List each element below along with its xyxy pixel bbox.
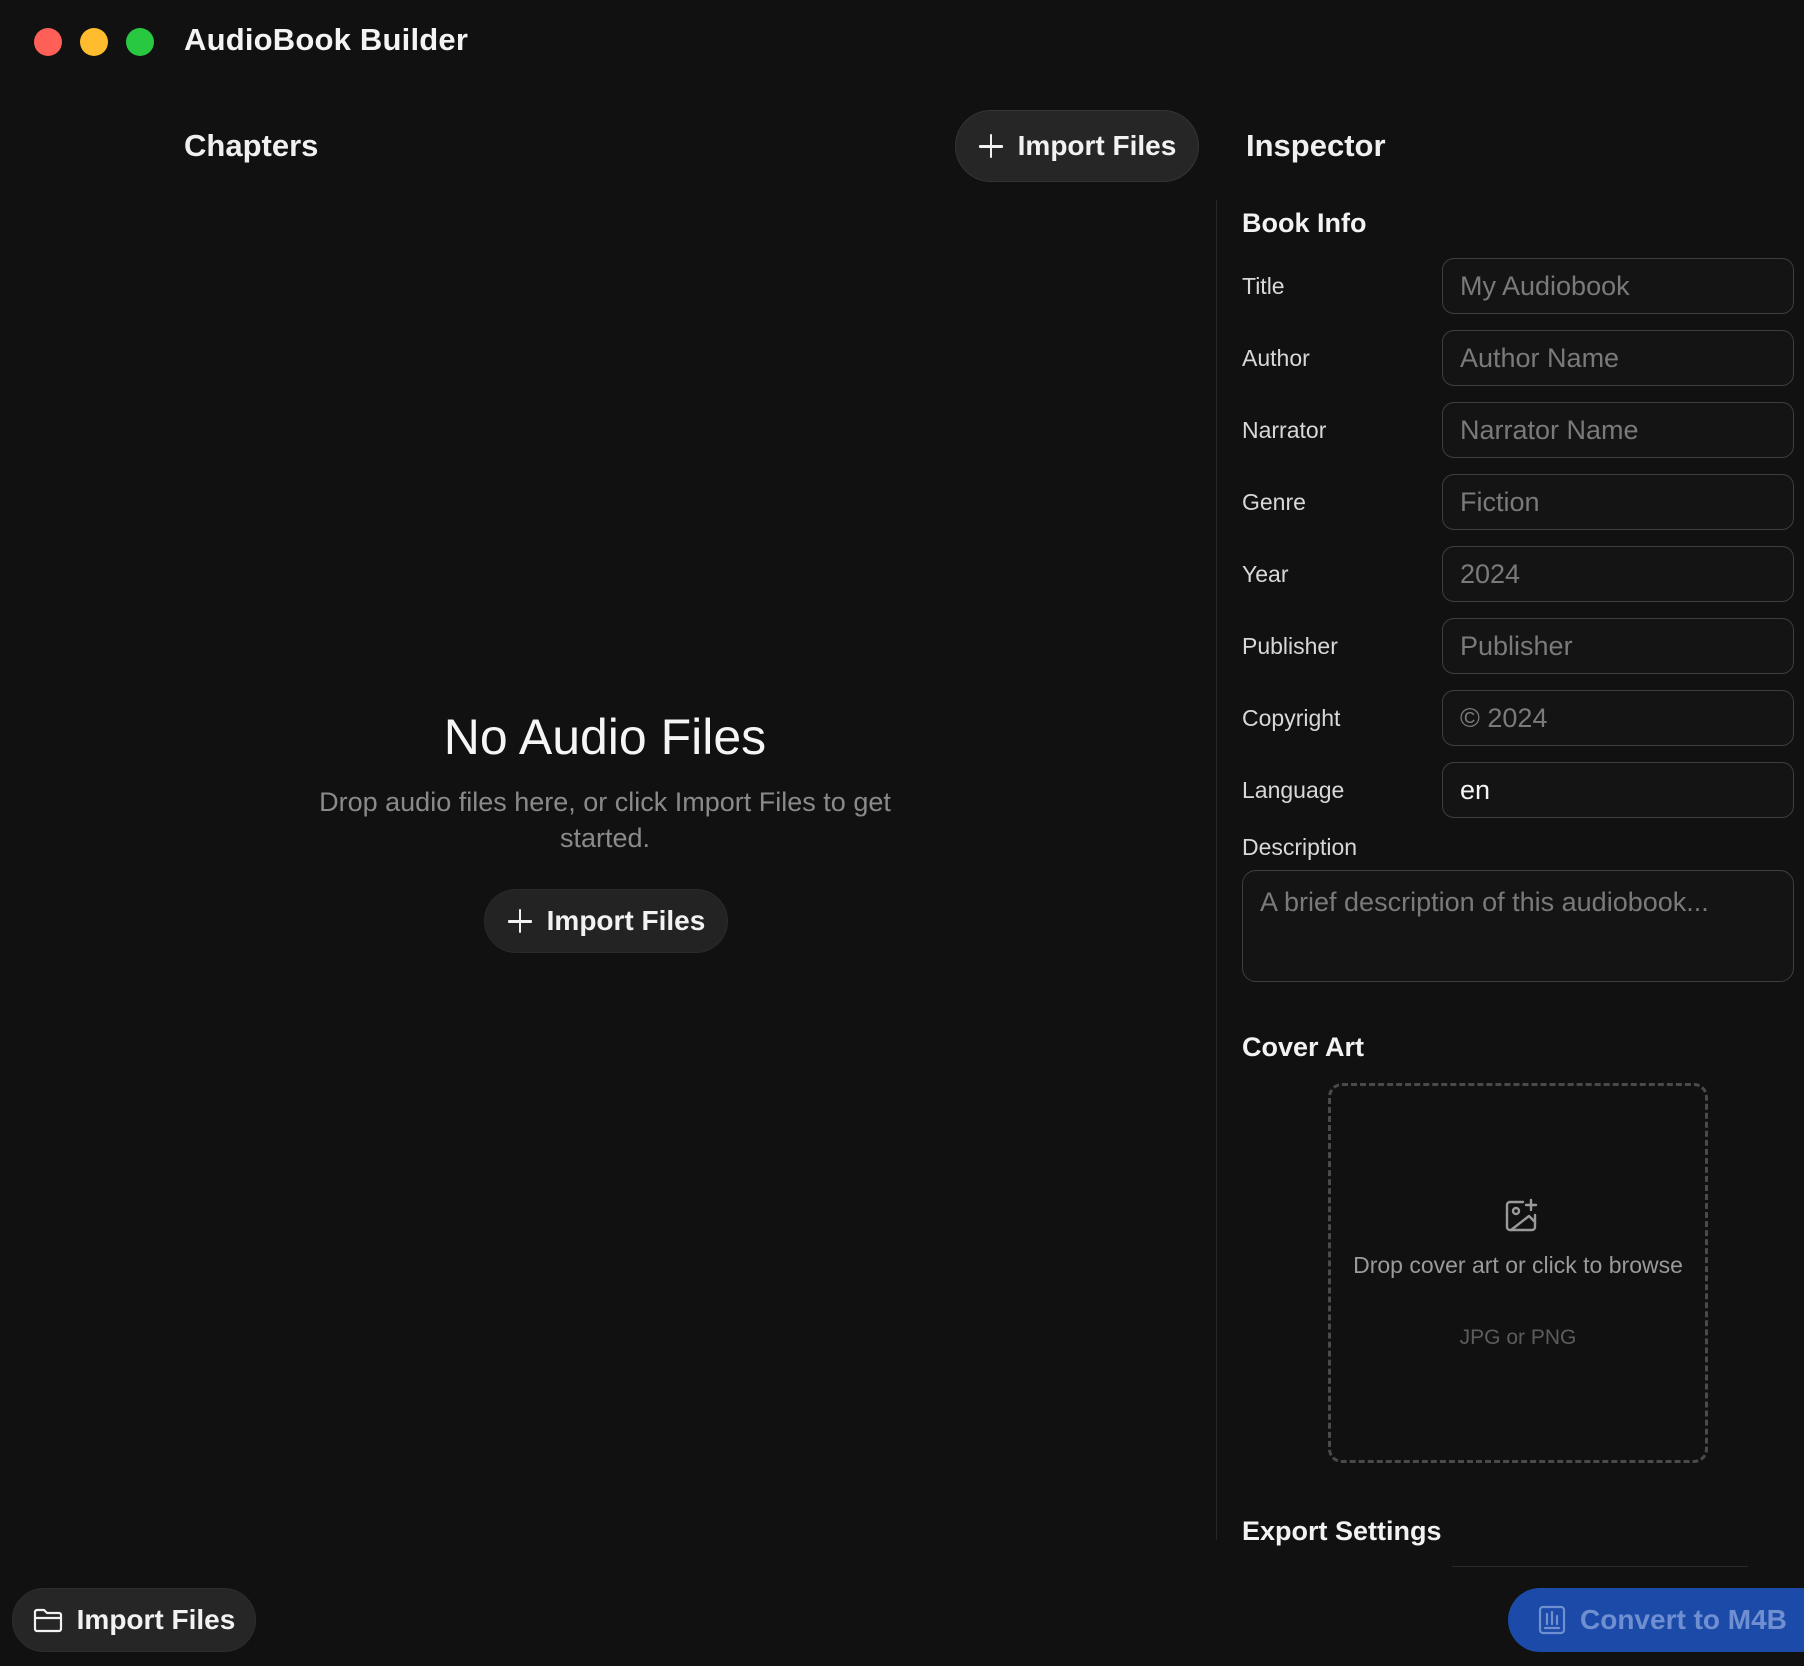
field-row-title: Title My Audiobook bbox=[1242, 258, 1794, 314]
import-files-button-empty-state[interactable]: Import Files bbox=[484, 889, 728, 953]
author-input[interactable]: Author Name bbox=[1442, 330, 1794, 386]
import-files-button-header[interactable]: Import Files bbox=[955, 110, 1199, 182]
cover-art-heading: Cover Art bbox=[1242, 1032, 1365, 1062]
language-input[interactable]: en bbox=[1442, 762, 1794, 818]
app-title: AudioBook Builder bbox=[184, 22, 469, 57]
convert-to-m4b-button[interactable]: Convert to M4B bbox=[1508, 1588, 1804, 1652]
app-window: AudioBook Builder Chapters Import Files … bbox=[0, 0, 1804, 1666]
export-settings-divider bbox=[1452, 1566, 1748, 1567]
pane-divider[interactable] bbox=[1216, 200, 1217, 1540]
narrator-input[interactable]: Narrator Name bbox=[1442, 402, 1794, 458]
image-add-icon bbox=[1505, 1198, 1538, 1232]
cover-art-formats: JPG or PNG bbox=[1459, 1326, 1577, 1349]
field-label: Narrator bbox=[1242, 416, 1327, 443]
import-files-label: Import Files bbox=[546, 905, 706, 936]
year-input[interactable]: 2024 bbox=[1442, 546, 1794, 602]
field-label: Language bbox=[1242, 776, 1345, 803]
field-row-narrator: Narrator Narrator Name bbox=[1242, 402, 1794, 458]
import-files-label: Import Files bbox=[1017, 130, 1177, 161]
folder-icon bbox=[33, 1608, 62, 1633]
inspector-heading: Inspector bbox=[1246, 128, 1386, 163]
field-row-language: Language en bbox=[1242, 762, 1794, 818]
field-row-year: Year 2024 bbox=[1242, 546, 1794, 602]
field-row-genre: Genre Fiction bbox=[1242, 474, 1794, 530]
cover-art-drop-text: Drop cover art or click to browse bbox=[1353, 1252, 1683, 1278]
empty-state: No Audio Files Drop audio files here, or… bbox=[280, 708, 930, 856]
empty-state-subtitle: Drop audio files here, or click Import F… bbox=[319, 787, 891, 853]
export-settings-heading: Export Settings bbox=[1242, 1516, 1442, 1546]
empty-state-title: No Audio Files bbox=[443, 709, 767, 765]
field-row-publisher: Publisher Publisher bbox=[1242, 618, 1794, 674]
genre-input[interactable]: Fiction bbox=[1442, 474, 1794, 530]
field-label: Publisher bbox=[1242, 632, 1338, 659]
minimize-window-button[interactable] bbox=[80, 28, 108, 56]
publisher-input[interactable]: Publisher bbox=[1442, 618, 1794, 674]
field-label: Genre bbox=[1242, 488, 1306, 515]
convert-label: Convert to M4B bbox=[1580, 1604, 1787, 1635]
description-label: Description bbox=[1242, 834, 1358, 860]
import-files-button-footer[interactable]: Import Files bbox=[12, 1588, 256, 1652]
chapters-heading: Chapters bbox=[184, 128, 319, 163]
field-row-author: Author Author Name bbox=[1242, 330, 1794, 386]
field-label: Year bbox=[1242, 560, 1289, 587]
maximize-window-button[interactable] bbox=[126, 28, 154, 56]
cover-art-dropzone[interactable]: Drop cover art or click to browse JPG or… bbox=[1328, 1083, 1708, 1463]
plus-icon bbox=[507, 908, 533, 934]
close-window-button[interactable] bbox=[34, 28, 62, 56]
field-label: Author bbox=[1242, 344, 1310, 371]
plus-icon bbox=[978, 133, 1004, 159]
book-info-heading: Book Info bbox=[1242, 208, 1367, 238]
m4b-icon bbox=[1538, 1605, 1566, 1635]
copyright-input[interactable]: © 2024 bbox=[1442, 690, 1794, 746]
description-textarea[interactable]: A brief description of this audiobook... bbox=[1242, 870, 1794, 982]
field-label: Title bbox=[1242, 272, 1285, 299]
field-label: Copyright bbox=[1242, 704, 1341, 731]
field-row-copyright: Copyright © 2024 bbox=[1242, 690, 1794, 746]
traffic-lights bbox=[34, 28, 154, 56]
title-input[interactable]: My Audiobook bbox=[1442, 258, 1794, 314]
import-files-label: Import Files bbox=[76, 1604, 236, 1635]
